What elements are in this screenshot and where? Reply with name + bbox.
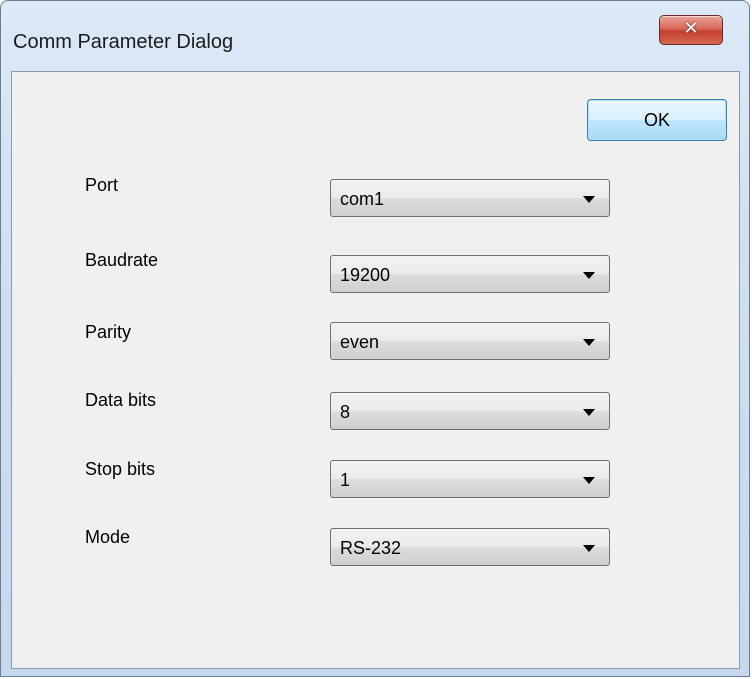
mode-value: RS-232 — [340, 538, 402, 558]
port-label: Port — [85, 175, 119, 195]
window-title: Comm Parameter Dialog — [13, 31, 234, 53]
mode-select[interactable]: RS-232 — [330, 528, 610, 566]
chevron-down-icon — [583, 339, 595, 346]
stop-bits-label: Stop bits — [85, 459, 156, 479]
parity-label: Parity — [85, 322, 132, 342]
dialog-window: Comm Parameter Dialog ✕ OK Port com1 Bau… — [0, 0, 750, 677]
port-value: com1 — [340, 189, 385, 209]
close-icon: ✕ — [683, 18, 699, 38]
ok-button[interactable]: OK — [587, 99, 727, 141]
data-bits-label: Data bits — [85, 390, 157, 410]
port-select[interactable]: com1 — [330, 179, 610, 217]
parity-value: even — [340, 332, 380, 352]
baudrate-value: 19200 — [340, 265, 391, 285]
baudrate-label: Baudrate — [85, 250, 159, 270]
stop-bits-value: 1 — [340, 470, 351, 490]
chevron-down-icon — [583, 477, 595, 484]
close-button[interactable]: ✕ — [659, 15, 723, 45]
data-bits-select[interactable]: 8 — [330, 392, 610, 430]
chevron-down-icon — [583, 409, 595, 416]
chevron-down-icon — [583, 545, 595, 552]
chevron-down-icon — [583, 196, 595, 203]
parity-select[interactable]: even — [330, 322, 610, 360]
baudrate-select[interactable]: 19200 — [330, 255, 610, 293]
mode-label: Mode — [85, 527, 131, 547]
dialog-client-area: OK Port com1 Baudrate 19200 Parity even … — [11, 71, 740, 669]
stop-bits-select[interactable]: 1 — [330, 460, 610, 498]
title-bar[interactable]: Comm Parameter Dialog ✕ — [1, 1, 749, 59]
data-bits-value: 8 — [340, 402, 351, 422]
chevron-down-icon — [583, 272, 595, 279]
